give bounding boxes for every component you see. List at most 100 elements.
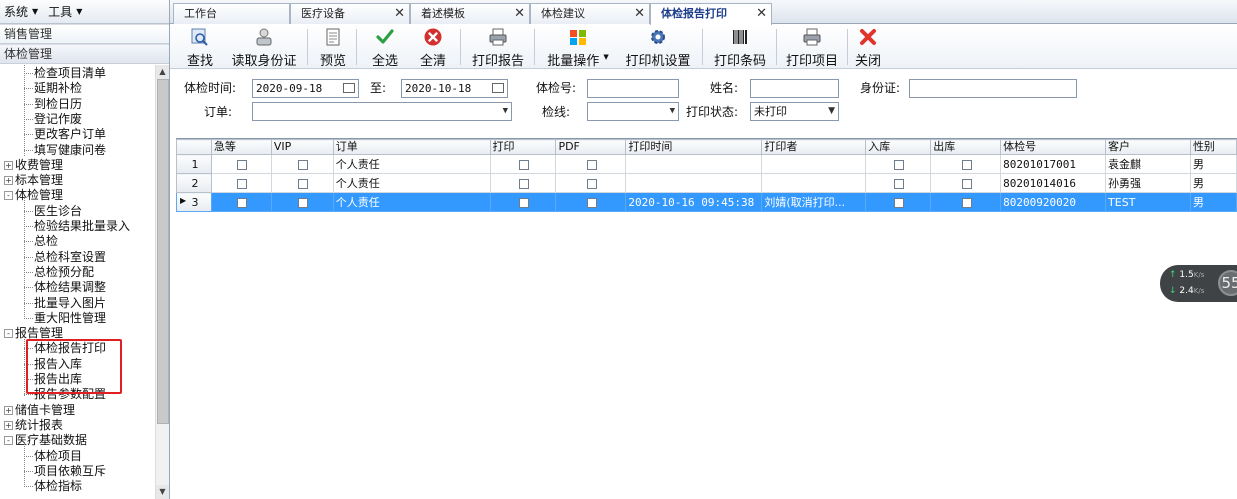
column-header[interactable]: PDF — [555, 139, 627, 155]
checkbox-cell[interactable] — [930, 173, 1002, 193]
menu-tools[interactable]: 工具 ▼ — [44, 0, 88, 24]
checkbox[interactable] — [237, 197, 248, 208]
column-header[interactable]: 急等 — [210, 139, 272, 155]
column-header[interactable]: VIP — [270, 139, 334, 155]
checkbox[interactable] — [519, 197, 529, 208]
column-header[interactable]: 订单 — [332, 139, 491, 155]
exam-no-input[interactable] — [587, 79, 679, 98]
tab-exam-report-print[interactable]: 体检报告打印 ✕ — [650, 3, 772, 25]
expand-icon[interactable]: + — [4, 405, 13, 415]
print-report-button[interactable]: 打印报告 — [468, 27, 528, 69]
print-barcode-button[interactable]: 打印条码 — [710, 27, 770, 69]
tree-group[interactable]: + 收费管理 — [0, 158, 63, 173]
tree-item[interactable]: 体检结果调整 — [0, 280, 106, 295]
tree-item[interactable]: 项目依赖互斥 — [0, 464, 106, 479]
checkbox-cell[interactable] — [930, 192, 1002, 212]
print-items-button[interactable]: 打印项目 — [782, 27, 842, 69]
tree-item[interactable]: 总检预分配 — [0, 265, 94, 280]
checkbox[interactable] — [894, 159, 905, 170]
tree-item[interactable]: 总检科室设置 — [0, 250, 106, 265]
tree-item[interactable]: 总检 — [0, 234, 58, 249]
table-row[interactable]: 1 个人责任 80201017001 袁金麒男 — [176, 154, 1237, 174]
clear-all-button[interactable]: 全清 — [416, 27, 450, 69]
network-speed-widget[interactable]: ↑ 1.5K/s ↓ 2.4K/s 55 — [1160, 265, 1237, 302]
checkbox[interactable] — [237, 159, 248, 170]
tree-group[interactable]: - 医疗基础数据 — [0, 433, 87, 448]
tree-group[interactable]: + 储值卡管理 — [0, 403, 75, 418]
tree-item[interactable]: 批量导入图片 — [0, 296, 106, 311]
checkbox-cell[interactable] — [555, 173, 627, 193]
printer-setup-button[interactable]: 打印机设置 — [622, 27, 694, 69]
column-header[interactable]: 入库 — [865, 139, 932, 155]
tree-item[interactable]: 医生诊台 — [0, 204, 82, 219]
batch-ops-button[interactable]: 批量操作 ▼ — [542, 27, 614, 69]
tree-item[interactable]: 重大阳性管理 — [0, 311, 106, 326]
checkbox-cell[interactable] — [210, 192, 272, 212]
tree-item[interactable]: 体检指标 — [0, 479, 82, 494]
checkbox-cell[interactable] — [210, 173, 272, 193]
checkbox[interactable] — [961, 159, 972, 170]
checkbox-cell[interactable] — [489, 192, 557, 212]
checkbox-cell[interactable] — [270, 154, 334, 174]
tree-group[interactable]: + 统计报表 — [0, 418, 63, 433]
table-row[interactable]: 2 个人责任 80201014016 孙勇强男 — [176, 173, 1237, 193]
row-number[interactable]: 1 — [176, 154, 212, 174]
checkbox[interactable] — [961, 178, 972, 189]
menu-system[interactable]: 系统 ▼ — [0, 0, 44, 24]
scroll-thumb[interactable] — [157, 79, 169, 424]
collapse-icon[interactable]: - — [4, 436, 13, 446]
row-number[interactable]: 2 — [176, 173, 212, 193]
id-card-input[interactable] — [909, 79, 1077, 98]
checkbox-cell[interactable] — [865, 192, 932, 212]
line-select[interactable]: ▼ — [587, 102, 679, 121]
close-icon[interactable]: ✕ — [394, 4, 405, 24]
column-header[interactable]: 打印时间 — [625, 139, 763, 155]
search-button[interactable]: 查找 — [182, 27, 218, 69]
tab[interactable]: 着述模板 ✕ — [410, 3, 530, 24]
preview-button[interactable]: 预览 — [316, 27, 350, 69]
select-all-button[interactable]: 全选 — [368, 27, 402, 69]
tree-item[interactable]: 到检日历 — [0, 97, 82, 112]
checkbox[interactable] — [894, 178, 905, 189]
checkbox-cell[interactable] — [270, 173, 334, 193]
checkbox-cell[interactable] — [210, 154, 272, 174]
date-to-picker[interactable]: 2020-10-18 — [401, 79, 508, 98]
checkbox-cell[interactable] — [865, 154, 932, 174]
checkbox[interactable] — [519, 178, 529, 189]
tree-item[interactable]: 填写健康问卷 — [0, 143, 106, 158]
column-header[interactable]: 客户 — [1105, 139, 1191, 155]
checkbox[interactable] — [586, 178, 597, 189]
scroll-up-icon[interactable]: ▲ — [156, 65, 169, 79]
expand-icon[interactable]: + — [4, 160, 13, 170]
tree-group[interactable]: - 体检管理 — [0, 188, 63, 203]
checkbox-cell[interactable] — [930, 154, 1002, 174]
column-header[interactable]: 出库 — [930, 139, 1002, 155]
checkbox-cell[interactable] — [489, 154, 557, 174]
checkbox[interactable] — [237, 178, 248, 189]
order-select[interactable]: ▼ — [252, 102, 512, 121]
collapse-icon[interactable]: - — [4, 191, 13, 201]
checkbox-cell[interactable] — [555, 154, 627, 174]
column-header[interactable]: 性别 — [1189, 139, 1237, 155]
collapse-icon[interactable]: - — [4, 329, 13, 339]
close-icon[interactable]: ✕ — [634, 4, 645, 24]
tab[interactable]: 体检建议 ✕ — [530, 3, 650, 24]
close-icon[interactable]: ✕ — [514, 4, 525, 24]
checkbox-cell[interactable] — [489, 173, 557, 193]
checkbox[interactable] — [961, 197, 972, 208]
checkbox-cell[interactable] — [555, 192, 627, 212]
table-row[interactable]: ▶ 3 个人责任 2020-10-16 09:45:38 刘婧(取消打印... 80200… — [176, 192, 1237, 212]
tree-item[interactable]: 体检项目 — [0, 449, 82, 464]
close-button[interactable]: 关闭 — [852, 27, 884, 69]
tree-item[interactable]: 登记作废 — [0, 112, 82, 127]
checkbox[interactable] — [586, 197, 597, 208]
calendar-icon[interactable] — [492, 83, 504, 93]
column-header[interactable]: 打印者 — [761, 139, 867, 155]
tab[interactable]: 工作台 — [173, 3, 290, 24]
calendar-icon[interactable] — [343, 83, 355, 93]
tree-scrollbar[interactable]: ▲ ▼ — [155, 65, 169, 499]
checkbox[interactable] — [298, 197, 309, 208]
column-header[interactable]: 打印 — [489, 139, 557, 155]
accordion-sales[interactable]: 销售管理 — [0, 24, 169, 44]
column-header[interactable]: 体检号 — [1000, 139, 1107, 155]
